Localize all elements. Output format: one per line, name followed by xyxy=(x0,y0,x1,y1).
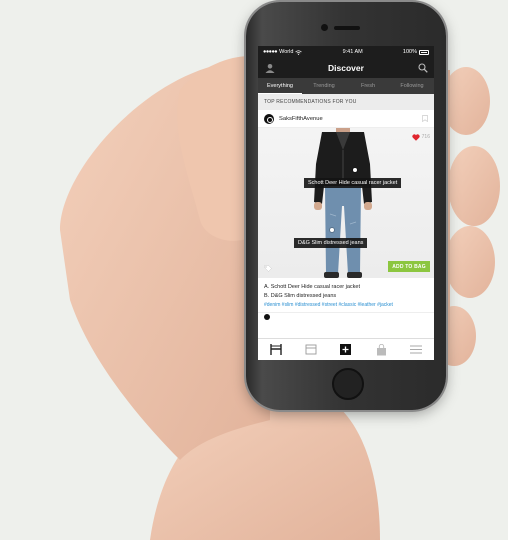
carrier-label: World xyxy=(279,49,294,55)
nav-bar: Discover xyxy=(258,58,434,78)
post-header[interactable]: SaksFifthAvenue xyxy=(258,110,434,128)
tab-following[interactable]: Following xyxy=(390,78,434,94)
next-post-header xyxy=(258,312,434,320)
item-line[interactable]: A. Schott Deer Hide casual racer jacket xyxy=(264,283,428,292)
battery-icon xyxy=(419,49,429,55)
camera-icon xyxy=(321,24,328,31)
battery-label: 100% xyxy=(402,49,417,55)
item-line[interactable]: B. D&G Slim distressed jeans xyxy=(264,292,428,301)
brand-avatar[interactable] xyxy=(264,113,274,124)
post-description: A. Schott Deer Hide casual racer jacket … xyxy=(258,278,434,312)
section-header: TOP RECOMMENDATIONS FOR YOU xyxy=(258,94,434,110)
add-to-bag-button[interactable]: ADD TO BAG xyxy=(388,261,430,272)
home-button[interactable] xyxy=(332,368,364,400)
like-count: 716 xyxy=(421,134,430,140)
status-bar: ●●●●● World 9:41 AM 100% xyxy=(258,46,434,58)
tab-fresh[interactable]: Fresh xyxy=(346,78,390,94)
page-title: Discover xyxy=(328,63,364,73)
tag-hotspot-jeans[interactable] xyxy=(330,228,334,232)
bottom-nav xyxy=(258,338,434,360)
model-image xyxy=(314,128,372,278)
app-screen: ●●●●● World 9:41 AM 100% Discover Everyt… xyxy=(258,46,434,360)
post-photo[interactable]: 716 Schott Deer Hide casual racer jacket… xyxy=(258,128,434,278)
brand-name[interactable]: SaksFifthAvenue xyxy=(279,116,323,122)
speaker-grille xyxy=(334,26,360,30)
home-icon[interactable] xyxy=(269,343,283,357)
search-icon[interactable] xyxy=(418,63,428,73)
heart-icon[interactable] xyxy=(412,134,420,141)
price-tag-icon[interactable] xyxy=(264,265,272,272)
time-label: 9:41 AM xyxy=(342,49,363,55)
tag-label-jeans[interactable]: D&G Slim distressed jeans xyxy=(294,238,368,248)
tab-everything[interactable]: Everything xyxy=(258,78,302,94)
closet-icon[interactable] xyxy=(304,343,318,357)
hashtags[interactable]: #denim #slim #distressed #street #classi… xyxy=(264,301,428,310)
wifi-icon xyxy=(295,49,303,55)
brand-avatar xyxy=(264,313,270,320)
tag-label-jacket[interactable]: Schott Deer Hide casual racer jacket xyxy=(304,178,402,188)
menu-icon[interactable] xyxy=(409,343,423,357)
add-icon[interactable] xyxy=(339,343,353,357)
profile-icon[interactable] xyxy=(265,63,275,73)
bag-icon[interactable] xyxy=(374,343,388,357)
filter-tabs: Everything Trending Fresh Following xyxy=(258,78,434,94)
tag-hotspot-jacket[interactable] xyxy=(353,168,357,172)
bookmark-icon[interactable] xyxy=(422,115,428,122)
tab-trending[interactable]: Trending xyxy=(302,78,346,94)
signal-icon: ●●●●● xyxy=(263,49,278,55)
